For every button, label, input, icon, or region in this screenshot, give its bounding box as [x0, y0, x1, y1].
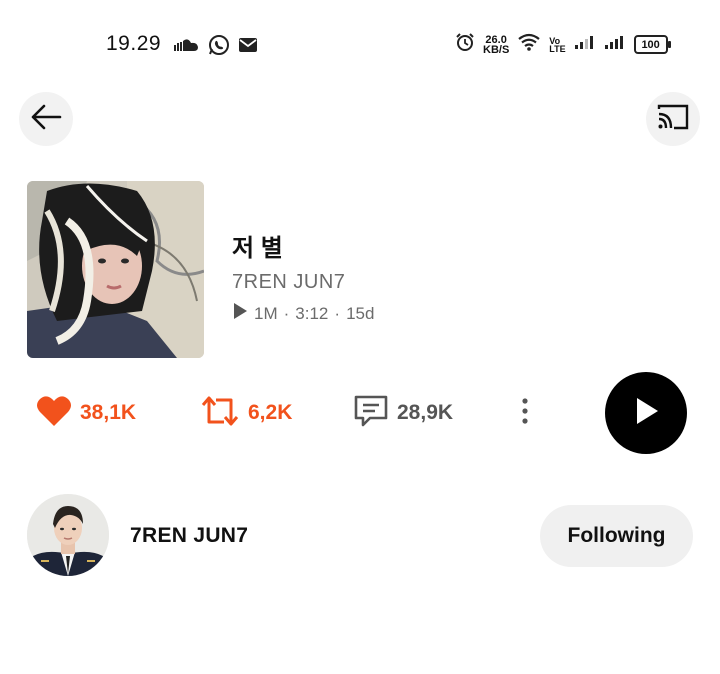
status-bar: 19.29 26.0 KB/S Vo LTE 100 [0, 0, 720, 90]
soundcloud-icon [174, 38, 200, 57]
comment-button[interactable]: 28,9K [353, 392, 453, 434]
arrow-left-icon [30, 103, 62, 136]
comment-count: 28,9K [397, 401, 454, 424]
play-count-icon [232, 302, 248, 325]
track-artwork[interactable] [27, 181, 204, 358]
whatsapp-icon [208, 34, 230, 61]
status-time: 19.29 [106, 32, 162, 55]
volte-bottom: LTE [549, 43, 566, 54]
system-icons: 26.0 KB/S Vo LTE 100 [455, 32, 671, 57]
track-duration: 3:12 [295, 303, 329, 323]
track-meta: 1M · 3:12 · 15d [232, 302, 374, 325]
like-count: 38,1K [80, 401, 137, 424]
net-speed-unit: KB/S [483, 43, 510, 56]
wifi-icon [517, 33, 541, 56]
meta-separator: · [334, 303, 341, 323]
artist-avatar[interactable] [27, 494, 109, 576]
notification-icons [174, 34, 258, 61]
more-options-button[interactable] [520, 392, 530, 434]
play-icon [632, 396, 660, 431]
following-button[interactable]: Following [540, 505, 693, 567]
alarm-icon [455, 32, 475, 57]
battery-indicator: 100 [633, 35, 671, 54]
more-vertical-icon [520, 397, 530, 430]
track-age: 15d [346, 303, 375, 323]
artist-name[interactable]: 7REN JUN7 [130, 524, 248, 548]
back-button[interactable] [19, 92, 73, 146]
signal-icon [604, 34, 626, 55]
like-button[interactable]: 38,1K [36, 392, 136, 434]
play-count: 1M [254, 303, 278, 323]
track-title: 저 별 [232, 235, 283, 262]
comment-icon [353, 394, 389, 433]
repost-button[interactable]: 6,2K [200, 392, 292, 434]
repost-icon [200, 395, 240, 432]
signal-icon [574, 34, 596, 55]
heart-icon [36, 395, 72, 432]
cast-icon [656, 103, 690, 136]
net-speed: 26.0 KB/S [483, 33, 510, 56]
meta-separator: · [283, 303, 290, 323]
cast-button[interactable] [646, 92, 700, 146]
net-speed-value: 26.0 [485, 33, 507, 46]
repost-count: 6,2K [248, 401, 293, 424]
volte-indicator: Vo LTE [549, 36, 566, 54]
play-button[interactable] [605, 372, 687, 454]
track-info: 저 별 7REN JUN7 1M · 3:12 · 15d [232, 228, 374, 325]
track-artist[interactable]: 7REN JUN7 [232, 271, 374, 294]
mail-icon [238, 37, 258, 58]
